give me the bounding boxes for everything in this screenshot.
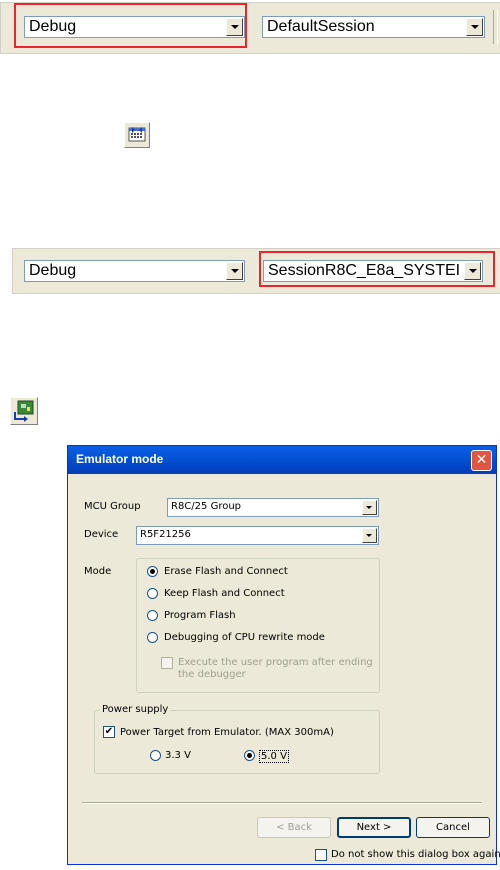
emulator-icon[interactable] [10, 397, 38, 425]
mode-label: Mode [84, 566, 112, 577]
mcu-group-select[interactable]: R8C/25 Group [167, 498, 379, 517]
dont-show-label[interactable]: Do not show this dialog box again. [331, 849, 500, 860]
execute-label-2: the debugger [178, 669, 246, 680]
device-label: Device [84, 529, 119, 540]
power-supply-group [94, 710, 380, 774]
voltage-option-3v3[interactable]: 3.3 V [165, 750, 191, 761]
mode-radio-debugging[interactable] [147, 632, 158, 643]
chevron-down-icon[interactable] [226, 262, 243, 280]
dialog-titlebar: Emulator mode ✕ [68, 446, 496, 474]
mode-radio-keep[interactable] [147, 588, 158, 599]
mode-option-keep[interactable]: Keep Flash and Connect [164, 588, 285, 599]
voltage-radio-3v3[interactable] [150, 750, 161, 761]
dialog-title: Emulator mode [76, 452, 164, 466]
session-combo[interactable]: DefaultSession [262, 16, 485, 38]
highlight-box-2 [259, 251, 495, 287]
voltage-radio-5v[interactable] [244, 750, 255, 761]
power-supply-legend: Power supply [100, 704, 171, 715]
mode-option-erase[interactable]: Erase Flash and Connect [164, 566, 288, 577]
dialog-separator [82, 802, 482, 804]
close-icon[interactable]: ✕ [471, 450, 492, 471]
mcu-group-value: R8C/25 Group [171, 501, 242, 512]
next-button[interactable]: Next > [337, 817, 411, 838]
mode-radio-erase[interactable] [147, 566, 158, 577]
connect-icon-graphic [128, 127, 146, 142]
config-combo-2-value: Debug [29, 262, 77, 279]
execute-checkbox[interactable] [161, 657, 173, 669]
emulator-mode-dialog: Emulator mode ✕ MCU Group R8C/25 Group D… [67, 445, 500, 865]
execute-label-1: Execute the user program after ending [178, 657, 373, 668]
mode-option-program[interactable]: Program Flash [164, 610, 236, 621]
power-target-label[interactable]: Power Target from Emulator. (MAX 300mA) [120, 727, 334, 738]
toolbar-grip [493, 10, 498, 44]
device-value: R5F21256 [140, 529, 191, 540]
cancel-button[interactable]: Cancel [416, 817, 490, 838]
chevron-down-icon[interactable] [466, 18, 483, 36]
connect-icon[interactable] [124, 122, 150, 148]
highlight-box [14, 3, 247, 48]
mode-radio-program[interactable] [147, 610, 158, 621]
voltage-option-5v[interactable]: 5.0 V [259, 750, 289, 763]
mcu-group-label: MCU Group [84, 501, 141, 512]
session-combo-value: DefaultSession [267, 18, 375, 35]
device-select[interactable]: R5F21256 [136, 526, 379, 545]
power-target-checkbox[interactable]: ✔ [103, 726, 115, 738]
emulator-icon-graphic [14, 400, 34, 422]
chevron-down-icon[interactable] [362, 500, 377, 515]
mode-option-debugging[interactable]: Debugging of CPU rewrite mode [164, 632, 325, 643]
mode-group [136, 558, 380, 693]
config-combo-2[interactable]: Debug [24, 260, 245, 282]
back-button[interactable]: < Back [257, 817, 331, 838]
chevron-down-icon[interactable] [362, 528, 377, 543]
dont-show-checkbox[interactable] [315, 849, 327, 861]
